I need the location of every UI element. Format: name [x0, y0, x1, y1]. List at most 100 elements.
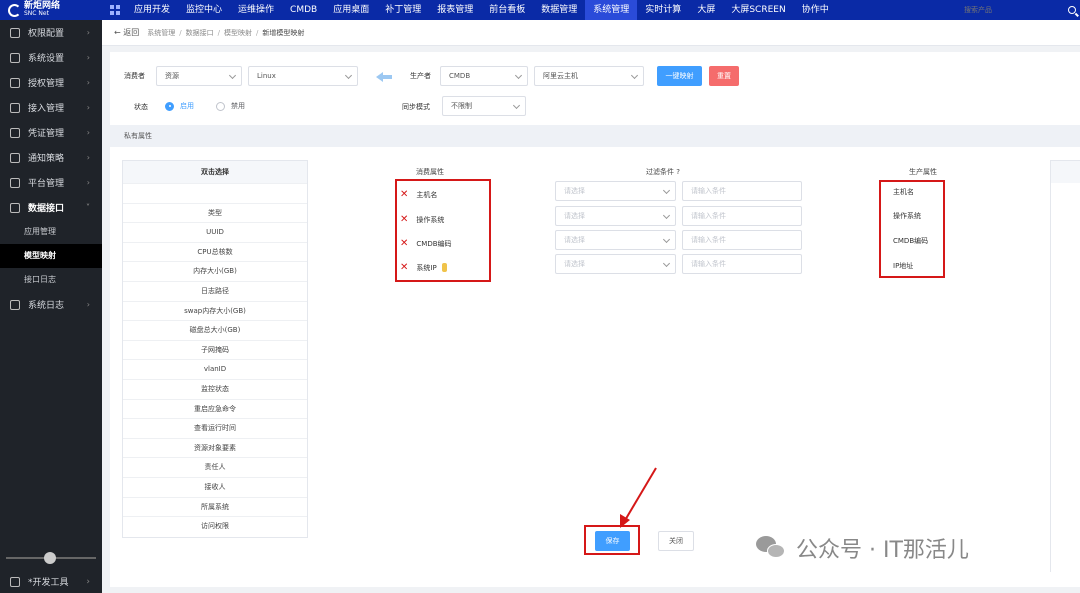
one-click-map-button[interactable]: 一键映射	[657, 66, 702, 86]
save-button[interactable]: 保存	[595, 531, 630, 551]
list-item[interactable]	[123, 183, 307, 203]
list-item[interactable]: 内存大小(GB)	[123, 261, 307, 281]
list-item[interactable]: 监控状态	[123, 378, 307, 399]
filter-operator-select[interactable]: 请选择	[555, 254, 676, 274]
sync-mode-select[interactable]: 不限制	[442, 96, 526, 116]
list-item[interactable]: 所属系统	[123, 496, 307, 517]
producer-attr-label[interactable]: CMDB编码	[893, 236, 928, 246]
sidebar-item[interactable]: 系统日志 ›	[0, 292, 102, 317]
sidebar-subitem[interactable]: 应用管理	[0, 220, 102, 244]
sidebar-item[interactable]: 通知策略 ›	[0, 145, 102, 170]
sidebar-item[interactable]: 接入管理 ›	[0, 95, 102, 120]
search-icon[interactable]	[1068, 6, 1076, 14]
consumer-attr-label: 系统IP	[416, 263, 437, 272]
producer-attr-label[interactable]: 操作系统	[893, 211, 921, 221]
breadcrumb-item[interactable]: 模型映射	[224, 28, 252, 38]
sidebar-item[interactable]: 数据接口 ˅	[0, 195, 102, 220]
remove-icon[interactable]: ✕	[400, 238, 408, 249]
filter-condition-input[interactable]: 请输入条件	[682, 254, 802, 274]
top-nav-item[interactable]: 应用开发	[126, 0, 178, 20]
sidebar-item[interactable]: 系统设置 ›	[0, 45, 102, 70]
list-item[interactable]: swap内存大小(GB)	[123, 300, 307, 321]
app-grid-icon[interactable]	[110, 5, 120, 15]
top-nav-item[interactable]: 数据管理	[533, 0, 585, 20]
sidebar-item[interactable]: 权限配置 ›	[0, 20, 102, 45]
top-nav-item[interactable]: 应用桌面	[325, 0, 377, 20]
list-item[interactable]: 磁盘总大小(GB)	[123, 320, 307, 340]
sidebar-subitem[interactable]: 模型映射	[0, 244, 102, 268]
top-nav-item[interactable]: 系统管理	[585, 0, 638, 20]
sidebar-item[interactable]: 凭证管理 ›	[0, 120, 102, 145]
close-button[interactable]: 关闭	[658, 531, 694, 551]
filter-operator-select[interactable]: 请选择	[555, 230, 676, 250]
list-item[interactable]: 查看运行时间	[123, 418, 307, 438]
top-nav-item[interactable]: 实时计算	[637, 0, 689, 20]
top-nav-item[interactable]: CMDB	[282, 0, 325, 20]
filter-operator-select[interactable]: 请选择	[555, 206, 676, 226]
sidebar-subitem[interactable]: 接口日志	[0, 268, 102, 292]
arrow-left-icon	[376, 72, 392, 82]
radio-dot	[165, 101, 174, 111]
search-input[interactable]	[964, 3, 1054, 17]
breadcrumb-item[interactable]: 数据接口	[186, 28, 214, 38]
back-link[interactable]: ← 返回	[114, 27, 139, 38]
consumer-attr-row: ✕ 主机名	[400, 189, 437, 200]
list-item[interactable]: CPU总核数	[123, 241, 307, 262]
sidebar-item-label: 平台管理	[28, 179, 65, 189]
top-nav-item[interactable]: 补丁管理	[377, 0, 429, 20]
top-nav-item[interactable]: 大屏	[689, 0, 723, 20]
chevron-right-icon: ›	[86, 28, 90, 37]
sidebar-item-label: 数据接口	[28, 204, 65, 214]
gear-icon	[10, 52, 20, 63]
top-nav-item[interactable]: 监控中心	[178, 0, 230, 20]
status-enable-radio[interactable]: 启用	[165, 101, 194, 111]
filter-header: 过滤条件 ?	[646, 168, 680, 176]
remove-icon[interactable]: ✕	[400, 262, 408, 273]
sidebar-item-label: 通知策略	[28, 154, 65, 164]
top-nav-item[interactable]: 前台看板	[481, 0, 533, 20]
list-item[interactable]: UUID	[123, 222, 307, 242]
wechat-icon	[756, 536, 786, 560]
consumer-attr-row: ✕ CMDB编码	[400, 238, 452, 249]
remove-icon[interactable]: ✕	[400, 189, 408, 200]
list-item[interactable]: 访问权限	[123, 516, 307, 536]
sidebar-item[interactable]: 授权管理 ›	[0, 70, 102, 95]
producer-select[interactable]: CMDB	[440, 66, 528, 86]
top-nav-item[interactable]: 运维操作	[230, 0, 282, 20]
list-item[interactable]: 资源对象要素	[123, 437, 307, 458]
consumer-select[interactable]: 资源	[156, 66, 242, 86]
filter-condition-input[interactable]: 请输入条件	[682, 230, 802, 250]
list-item[interactable]: 日志路径	[123, 280, 307, 301]
sidebar: 权限配置 › 系统设置 › 授权管理 › 接入管理 › 凭证管理 › 通知策略 › 平台管理 › 数据接口 ˅…	[0, 20, 102, 593]
chevron-right-icon: ›	[86, 128, 90, 137]
breadcrumb-item[interactable]: 系统管理	[147, 28, 175, 38]
slider-knob[interactable]	[44, 552, 56, 564]
list-item[interactable]: 接收人	[123, 476, 307, 497]
sidebar-item-label: 接入管理	[28, 104, 65, 114]
list-item[interactable]: 责任人	[123, 457, 307, 477]
reset-button[interactable]: 重置	[709, 66, 739, 86]
top-nav-item[interactable]: 协作中	[794, 0, 837, 20]
list-item[interactable]: 类型	[123, 202, 307, 223]
top-nav-item[interactable]: 大屏SCREEN	[723, 0, 793, 20]
producer-attr-label[interactable]: 主机名	[893, 187, 914, 197]
producer-type-select[interactable]: 阿里云主机	[534, 66, 644, 86]
consumer-attr-label: 主机名	[416, 190, 438, 199]
list-item[interactable]: vlanID	[123, 359, 307, 379]
brand-logo[interactable]: 新炬网络 SNC Net	[0, 0, 102, 20]
list-item[interactable]: 子网掩码	[123, 339, 307, 360]
top-nav-item[interactable]: 报表管理	[429, 0, 481, 20]
filter-condition-input[interactable]: 请输入条件	[682, 206, 802, 226]
consumer-type-select[interactable]: Linux	[248, 66, 358, 86]
status-disable-radio[interactable]: 禁用	[216, 101, 245, 111]
producer-attr-label[interactable]: IP地址	[893, 261, 913, 271]
sidebar-item[interactable]: 平台管理 ›	[0, 170, 102, 195]
interface-icon	[10, 202, 20, 213]
sidebar-item-label: 系统设置	[28, 54, 65, 64]
sidebar-item-dev-tools[interactable]: *开发工具 ›	[0, 570, 102, 593]
list-item[interactable]: 重启应急命令	[123, 398, 307, 419]
sidebar-width-slider[interactable]	[6, 552, 96, 564]
filter-operator-select[interactable]: 请选择	[555, 181, 676, 201]
remove-icon[interactable]: ✕	[400, 214, 408, 225]
filter-condition-input[interactable]: 请输入条件	[682, 181, 802, 201]
